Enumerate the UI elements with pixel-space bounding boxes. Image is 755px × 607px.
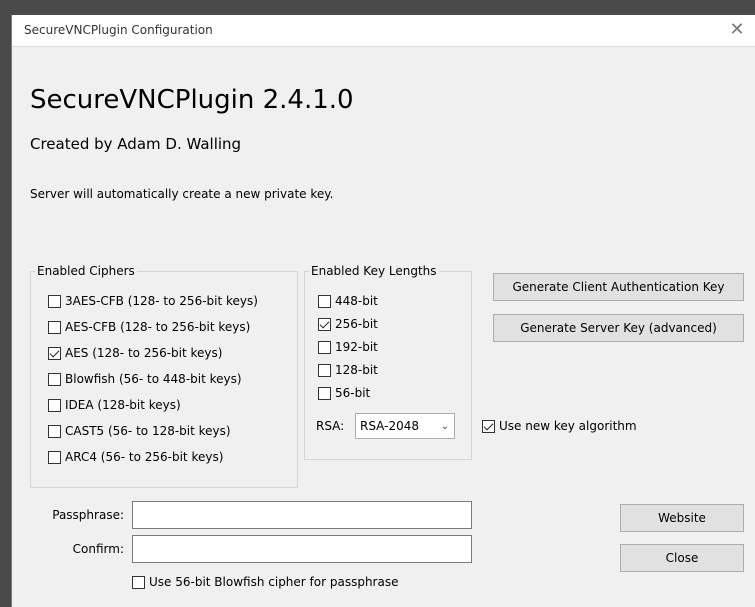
key-length-label: 448-bit <box>335 294 378 308</box>
use-new-key-algorithm-label: Use new key algorithm <box>499 419 637 433</box>
chevron-down-icon: ⌄ <box>440 420 450 432</box>
cipher-option-idea[interactable]: IDEA (128-bit keys) <box>48 396 181 414</box>
blowfish-passphrase-checkbox[interactable] <box>132 575 145 589</box>
cipher-label: ARC4 (56- to 256-bit keys) <box>65 450 224 464</box>
ciphers-legend: Enabled Ciphers <box>37 264 135 278</box>
rsa-label: RSA: <box>316 419 345 433</box>
confirm-label: Confirm: <box>72 542 124 556</box>
desktop-top-edge <box>0 0 755 15</box>
key-length-label: 192-bit <box>335 340 378 354</box>
cipher-checkbox[interactable] <box>48 450 61 464</box>
cipher-option-aes-cfb[interactable]: AES-CFB (128- to 256-bit keys) <box>48 318 250 336</box>
key-length-checkbox[interactable] <box>318 386 331 400</box>
key-length-128[interactable]: 128-bit <box>318 361 378 379</box>
cipher-checkbox[interactable] <box>48 320 61 334</box>
rsa-select[interactable]: RSA-2048 ⌄ <box>355 413 455 439</box>
plugin-title: SecureVNCPlugin 2.4.1.0 <box>30 85 354 115</box>
cipher-label: AES (128- to 256-bit keys) <box>65 346 223 360</box>
cipher-option-blowfish[interactable]: Blowfish (56- to 448-bit keys) <box>48 370 242 388</box>
rsa-selected-value: RSA-2048 <box>360 419 419 433</box>
key-length-448[interactable]: 448-bit <box>318 292 378 310</box>
cipher-option-aes[interactable]: AES (128- to 256-bit keys) <box>48 344 222 362</box>
author-line: Created by Adam D. Walling <box>30 135 242 153</box>
cipher-label: IDEA (128-bit keys) <box>65 398 181 412</box>
cipher-label: Blowfish (56- to 448-bit keys) <box>65 372 242 386</box>
key-length-checkbox[interactable] <box>318 294 331 308</box>
cipher-checkbox[interactable] <box>48 294 61 308</box>
cipher-label: AES-CFB (128- to 256-bit keys) <box>65 320 251 334</box>
website-button[interactable]: Website <box>620 504 744 532</box>
cipher-checkbox[interactable] <box>48 346 61 360</box>
generate-server-key-button[interactable]: Generate Server Key (advanced) <box>493 314 744 342</box>
cipher-label: CAST5 (56- to 128-bit keys) <box>65 424 231 438</box>
blowfish-passphrase-label: Use 56-bit Blowfish cipher for passphras… <box>149 575 399 589</box>
blowfish-passphrase-option[interactable]: Use 56-bit Blowfish cipher for passphras… <box>132 573 398 591</box>
key-status-message: Server will automatically create a new p… <box>30 187 334 201</box>
key-length-56[interactable]: 56-bit <box>318 384 370 402</box>
key-length-192[interactable]: 192-bit <box>318 338 378 356</box>
cipher-checkbox[interactable] <box>48 372 61 386</box>
key-length-checkbox[interactable] <box>318 317 331 331</box>
close-button[interactable]: Close <box>620 544 744 572</box>
passphrase-label: Passphrase: <box>52 508 124 522</box>
cipher-label: 3AES-CFB (128- to 256-bit keys) <box>65 294 258 308</box>
cipher-checkbox[interactable] <box>48 424 61 438</box>
cipher-option-arc4[interactable]: ARC4 (56- to 256-bit keys) <box>48 448 223 466</box>
passphrase-input[interactable] <box>132 501 472 529</box>
key-lengths-legend: Enabled Key Lengths <box>311 264 437 278</box>
generate-client-key-button[interactable]: Generate Client Authentication Key <box>493 273 744 301</box>
window-title: SecureVNCPlugin Configuration <box>24 23 213 37</box>
key-length-label: 56-bit <box>335 386 371 400</box>
use-new-key-algorithm-checkbox[interactable] <box>482 419 495 433</box>
key-length-checkbox[interactable] <box>318 340 331 354</box>
key-length-label: 128-bit <box>335 363 378 377</box>
key-length-checkbox[interactable] <box>318 363 331 377</box>
key-length-256[interactable]: 256-bit <box>318 315 378 333</box>
key-length-label: 256-bit <box>335 317 378 331</box>
config-dialog: SecureVNCPlugin Configuration ✕ SecureVN… <box>11 15 755 607</box>
close-icon[interactable]: ✕ <box>726 19 748 41</box>
title-bar: SecureVNCPlugin Configuration ✕ <box>12 15 755 47</box>
use-new-key-algorithm-option[interactable]: Use new key algorithm <box>482 417 637 435</box>
cipher-checkbox[interactable] <box>48 398 61 412</box>
cipher-option-3aes-cfb[interactable]: 3AES-CFB (128- to 256-bit keys) <box>48 292 258 310</box>
confirm-passphrase-input[interactable] <box>132 535 472 563</box>
cipher-option-cast5[interactable]: CAST5 (56- to 128-bit keys) <box>48 422 231 440</box>
